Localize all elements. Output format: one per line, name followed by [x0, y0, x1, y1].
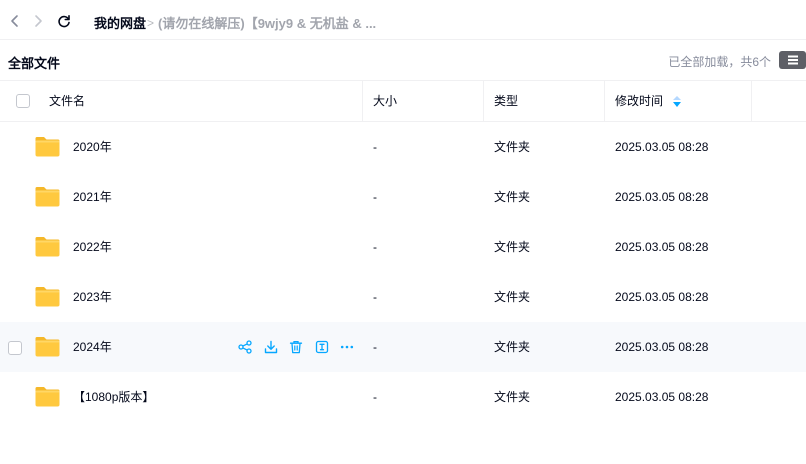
file-name[interactable]: 2024年	[73, 322, 112, 372]
column-divider[interactable]	[751, 81, 752, 121]
refresh-icon	[58, 15, 70, 28]
download-icon	[264, 340, 277, 354]
file-size: -	[373, 190, 377, 204]
column-header-name[interactable]: 文件名	[49, 81, 85, 121]
table-row[interactable]: 2022年 - 文件夹 2025.03.05 08:28	[0, 222, 806, 272]
file-type: 文件夹	[494, 140, 531, 154]
sort-descending-icon[interactable]	[673, 95, 682, 108]
file-modified-time: 2025.03.05 08:28	[615, 240, 709, 254]
loaded-status-text: 已全部加载，共6个	[668, 55, 771, 69]
file-name[interactable]: 【1080p版本】	[73, 372, 154, 422]
download-button[interactable]	[263, 339, 279, 355]
column-header-size[interactable]: 大小	[373, 81, 397, 121]
all-files-title: 全部文件	[8, 56, 61, 71]
file-size: -	[373, 240, 377, 254]
table-row[interactable]: 2023年 - 文件夹 2025.03.05 08:28	[0, 272, 806, 322]
more-button[interactable]	[339, 339, 355, 355]
table-row[interactable]: 2020年 - 文件夹 2025.03.05 08:28	[0, 122, 806, 172]
back-button[interactable]	[3, 9, 27, 33]
top-navigation-bar: 我的网盘 > (请勿在线解压)【9wjy9 & 无机盐 & ...	[0, 0, 806, 42]
refresh-button[interactable]	[52, 9, 76, 33]
folder-icon	[35, 387, 60, 407]
file-type: 文件夹	[494, 240, 531, 254]
share-icon	[238, 340, 252, 354]
file-size: -	[373, 140, 377, 154]
hamburger-menu-icon	[787, 59, 798, 61]
file-name[interactable]: 2020年	[73, 122, 112, 172]
file-modified-time: 2025.03.05 08:28	[615, 140, 709, 154]
file-list-toolbar: 全部文件 已全部加载，共6个	[0, 40, 806, 80]
folder-icon	[35, 187, 60, 207]
file-name[interactable]: 2023年	[73, 272, 112, 322]
folder-icon	[35, 137, 60, 157]
delete-button[interactable]	[288, 339, 304, 355]
breadcrumb: 我的网盘 > (请勿在线解压)【9wjy9 & 无机盐 & ...	[94, 13, 376, 32]
view-menu-button[interactable]	[779, 51, 806, 69]
column-divider[interactable]	[362, 81, 363, 121]
table-row[interactable]: 【1080p版本】 - 文件夹 2025.03.05 08:28	[0, 372, 806, 422]
folder-icon	[35, 337, 60, 357]
folder-icon	[35, 237, 60, 257]
table-row[interactable]: 2024年 - 文件夹 2025.03.05 08:28	[0, 322, 806, 372]
forward-button[interactable]	[26, 9, 50, 33]
breadcrumb-home-link[interactable]: 我的网盘	[94, 13, 146, 32]
more-icon	[340, 345, 354, 349]
column-divider[interactable]	[604, 81, 605, 121]
file-type: 文件夹	[494, 340, 531, 354]
folder-icon	[35, 287, 60, 307]
rename-icon	[315, 340, 328, 354]
file-modified-time: 2025.03.05 08:28	[615, 190, 709, 204]
delete-icon	[289, 340, 303, 354]
file-modified-time: 2025.03.05 08:28	[615, 390, 709, 404]
file-size: -	[373, 390, 377, 404]
file-name[interactable]: 2021年	[73, 172, 112, 222]
column-header-type[interactable]: 类型	[494, 81, 518, 121]
file-modified-time: 2025.03.05 08:28	[615, 290, 709, 304]
column-divider[interactable]	[483, 81, 484, 121]
breadcrumb-current-folder: (请勿在线解压)【9wjy9 & 无机盐 & ...	[158, 16, 377, 31]
breadcrumb-separator: >	[147, 15, 155, 30]
row-actions	[237, 339, 365, 355]
select-all-checkbox[interactable]	[16, 94, 30, 108]
chevron-left-icon	[11, 15, 18, 27]
table-header: 文件名 大小 类型 修改时间	[0, 80, 806, 122]
share-button[interactable]	[237, 339, 253, 355]
file-type: 文件夹	[494, 390, 531, 404]
chevron-right-icon	[35, 15, 42, 27]
file-size: -	[373, 340, 377, 354]
file-type: 文件夹	[494, 190, 531, 204]
column-header-modified-label: 修改时间	[615, 94, 664, 108]
file-type: 文件夹	[494, 290, 531, 304]
rename-button[interactable]	[314, 339, 330, 355]
file-size: -	[373, 290, 377, 304]
file-modified-time: 2025.03.05 08:28	[615, 340, 709, 354]
column-header-modified[interactable]: 修改时间	[615, 81, 682, 121]
table-row[interactable]: 2021年 - 文件夹 2025.03.05 08:28	[0, 172, 806, 222]
row-checkbox[interactable]	[8, 341, 22, 355]
file-name[interactable]: 2022年	[73, 222, 112, 272]
